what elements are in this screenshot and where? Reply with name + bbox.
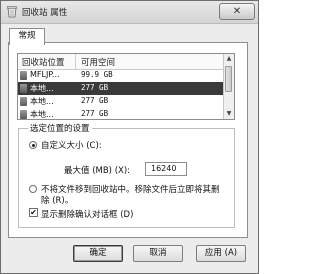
hard-drive-icon [20, 71, 27, 80]
window-title: 回收站 属性 [22, 8, 68, 18]
confirm-delete-checkbox[interactable]: ✔ [29, 208, 38, 217]
free-space-value: 277 GB [81, 109, 109, 118]
list-header: 回收站位置 可用空间 [18, 54, 224, 70]
recycle-bin-icon [7, 6, 17, 18]
max-size-input[interactable]: 16240 [145, 162, 187, 176]
ok-button[interactable]: 确定 [73, 245, 123, 262]
column-header-free-space[interactable]: 可用空间 [81, 56, 115, 68]
max-size-label: 最大值 (MB) (X): [64, 166, 131, 176]
checkmark-icon: ✔ [30, 208, 37, 217]
recycle-bin-location-list[interactable]: 回收站位置 可用空间 MFLJP... 99.9 GB 本地... 277 GB… [17, 53, 235, 120]
close-icon: ✕ [232, 6, 242, 17]
delete-immediately-label-line2[interactable]: 除 (R)。 [41, 194, 73, 206]
group-label: 选定位置的设置 [28, 122, 92, 134]
custom-size-radio[interactable] [29, 141, 37, 149]
column-divider[interactable] [75, 54, 76, 69]
free-space-value: 277 GB [81, 83, 109, 92]
list-item[interactable]: 本地... 277 GB [18, 108, 224, 119]
list-item[interactable]: 本地... 277 GB [18, 95, 224, 108]
list-scrollbar[interactable]: ▲ ▼ [223, 54, 234, 119]
custom-size-label[interactable]: 自定义大小 (C): [41, 139, 102, 151]
confirm-delete-label[interactable]: 显示删除确认对话框 (D) [41, 208, 133, 220]
list-item-selected[interactable]: 本地... 277 GB [18, 82, 224, 95]
free-space-value: 277 GB [81, 96, 109, 105]
hard-drive-icon [20, 110, 27, 119]
location-name: 本地... [30, 84, 54, 93]
title-bar: 回收站 属性 ✕ [1, 1, 258, 24]
scroll-down-icon[interactable]: ▼ [224, 109, 234, 119]
hard-drive-icon [20, 84, 27, 93]
cancel-button[interactable]: 取消 [133, 245, 183, 262]
location-name: MFLJP... [30, 70, 60, 79]
free-space-value: 99.9 GB [81, 70, 113, 79]
apply-button[interactable]: 应用 (A) [196, 245, 246, 262]
tab-general[interactable]: 常规 [9, 28, 45, 45]
scroll-up-icon[interactable]: ▲ [224, 54, 234, 64]
close-button[interactable]: ✕ [219, 3, 255, 20]
location-name: 本地... [30, 110, 54, 119]
hard-drive-icon [20, 97, 27, 106]
scroll-thumb[interactable] [225, 66, 232, 92]
location-name: 本地... [30, 97, 54, 106]
column-header-location[interactable]: 回收站位置 [22, 56, 65, 68]
list-item[interactable]: MFLJP... 99.9 GB [18, 69, 224, 82]
delete-immediately-radio[interactable] [29, 185, 37, 193]
